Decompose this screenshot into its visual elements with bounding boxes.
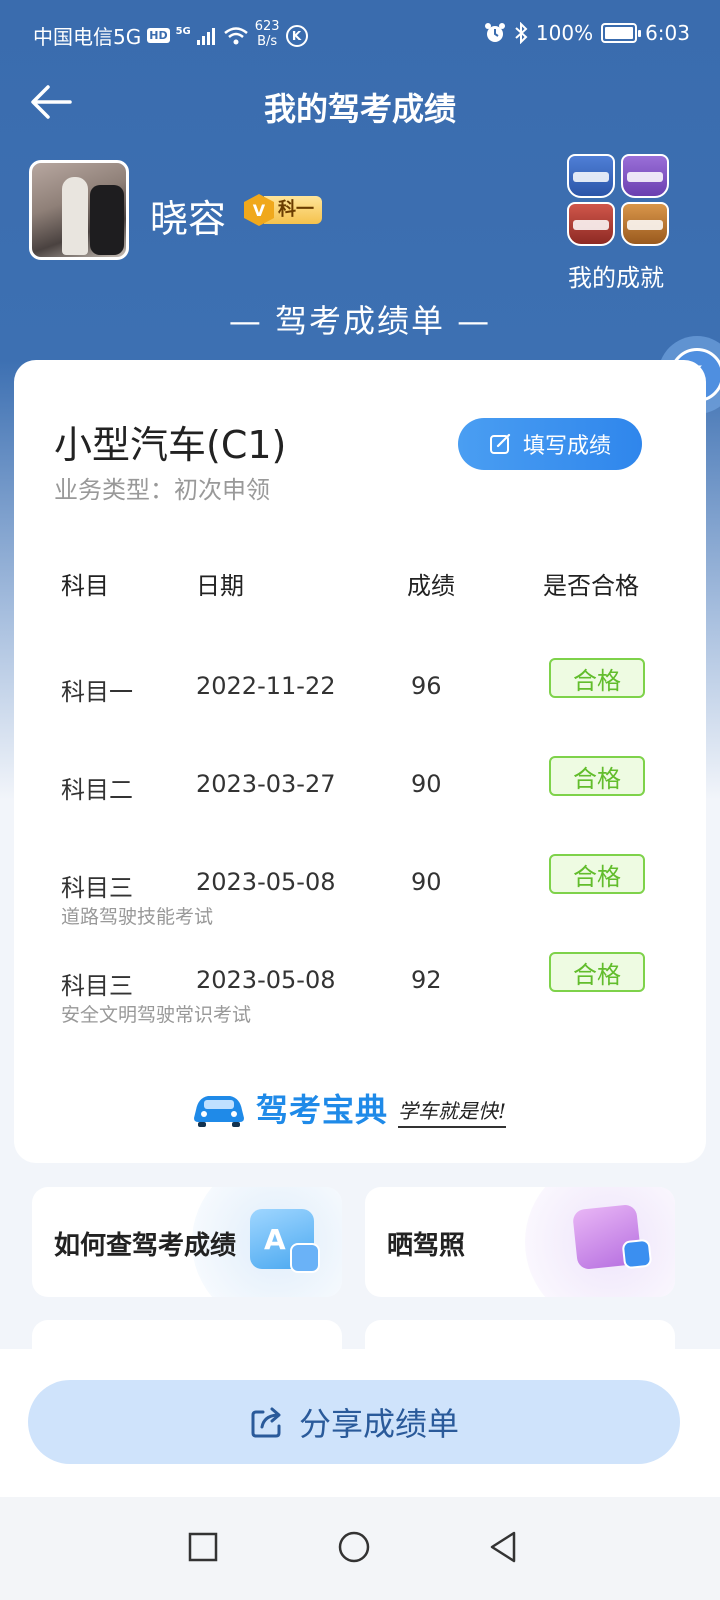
photo-share-icon — [572, 1203, 653, 1271]
battery-icon — [601, 23, 642, 43]
net-speed-unit: B/s — [257, 33, 278, 49]
column-header-score: 成绩 — [407, 572, 455, 600]
subject-cell: 科目一 — [61, 678, 133, 706]
edit-icon — [489, 433, 511, 454]
table-row: 科目三 2023-05-08 90 合格 道路驾驶技能考试 — [14, 854, 706, 958]
tile-label: 如何查驾考成绩 — [54, 1231, 237, 1261]
subject-cell: 科目三 — [61, 972, 133, 1000]
column-header-subject: 科目 — [61, 572, 109, 600]
medal-icon — [621, 202, 669, 246]
score-cell: 92 — [411, 966, 442, 994]
status-bar: 中国电信5G HD 5G 623 B/s K 100% 6:03 — [0, 0, 720, 64]
user-name: 晓容 — [150, 197, 227, 241]
pass-badge: 合格 — [549, 854, 645, 894]
battery-percent: 100% — [535, 21, 594, 45]
share-icon — [251, 1407, 281, 1438]
achievements-label: 我的成就 — [568, 264, 664, 292]
date-cell: 2023-03-27 — [196, 770, 336, 798]
clock: 6:03 — [645, 21, 690, 45]
wifi-icon — [223, 26, 248, 44]
net-speed: 623 B/s — [255, 19, 280, 49]
level-badge: V 科一 — [244, 194, 322, 226]
medal-icon — [567, 202, 615, 246]
medals-group — [566, 154, 670, 246]
subject-cell: 科目二 — [61, 776, 133, 804]
home-circle-icon[interactable] — [334, 1527, 374, 1567]
date-cell: 2023-05-08 — [196, 966, 336, 994]
date-cell: 2022-11-22 — [196, 672, 336, 700]
show-license-tile[interactable]: 晒驾照 — [365, 1187, 675, 1297]
column-header-pass: 是否合格 — [543, 572, 639, 600]
page-title: 我的驾考成绩 — [263, 90, 456, 128]
table-row: 科目二 2023-03-27 90 合格 — [14, 756, 706, 860]
subject-note: 道路驾驶技能考试 — [61, 906, 214, 928]
search-document-icon: A — [250, 1209, 320, 1273]
pass-badge: 合格 — [549, 658, 645, 698]
date-cell: 2023-05-08 — [196, 868, 336, 896]
brand-logo: 驾考宝典 学车就是快! — [190, 1082, 507, 1134]
share-label: 分享成绩单 — [298, 1405, 459, 1443]
medal-icon — [567, 154, 615, 198]
business-type: 业务类型：初次申领 — [54, 476, 270, 504]
network-type-label: 5G — [175, 26, 191, 37]
score-cell: 96 — [411, 672, 442, 700]
back-triangle-icon[interactable] — [484, 1527, 524, 1567]
pass-badge: 合格 — [549, 952, 645, 992]
subject-cell: 科目三 — [61, 874, 133, 902]
k-app-icon: K — [285, 24, 308, 47]
achievements-button[interactable]: 我的成就 — [566, 154, 670, 293]
how-to-check-score-tile[interactable]: 如何查驾考成绩 A — [32, 1187, 342, 1297]
brand-slogan: 学车就是快! — [398, 1095, 507, 1128]
score-cell: 90 — [411, 868, 442, 896]
subject-note: 安全文明驾驶常识考试 — [61, 1004, 252, 1026]
avatar[interactable] — [29, 160, 129, 260]
table-row: 科目三 2023-05-08 92 合格 安全文明驾驶常识考试 — [14, 952, 706, 1056]
score-card: 小型汽车(C1) 业务类型：初次申领 填写成绩 科目 日期 成绩 是否合格 科目… — [14, 360, 706, 1163]
share-score-button[interactable]: 分享成绩单 — [28, 1380, 680, 1464]
column-header-date: 日期 — [196, 572, 244, 600]
table-row: 科目一 2022-11-22 96 合格 — [14, 658, 706, 762]
brand-name: 驾考宝典 — [256, 1091, 389, 1129]
signal-icon — [196, 27, 215, 45]
recents-square-icon[interactable] — [183, 1527, 223, 1567]
net-speed-value: 623 — [254, 18, 280, 34]
alarm-icon — [484, 23, 505, 42]
car-logo-icon — [194, 1096, 244, 1127]
score-cell: 90 — [411, 770, 442, 798]
car-type: 小型汽车(C1) — [54, 423, 287, 467]
bluetooth-icon — [515, 22, 528, 44]
system-nav-bar — [0, 1497, 720, 1600]
tile-label: 晒驾照 — [387, 1231, 466, 1261]
pass-badge: 合格 — [549, 756, 645, 796]
medal-icon — [621, 154, 669, 198]
fill-score-label: 填写成绩 — [522, 434, 611, 459]
hd-icon: HD — [147, 28, 170, 43]
section-title: — 驾考成绩单 — — [228, 302, 492, 340]
fill-score-button[interactable]: 填写成绩 — [458, 418, 642, 470]
carrier-label: 中国电信5G — [33, 25, 142, 49]
